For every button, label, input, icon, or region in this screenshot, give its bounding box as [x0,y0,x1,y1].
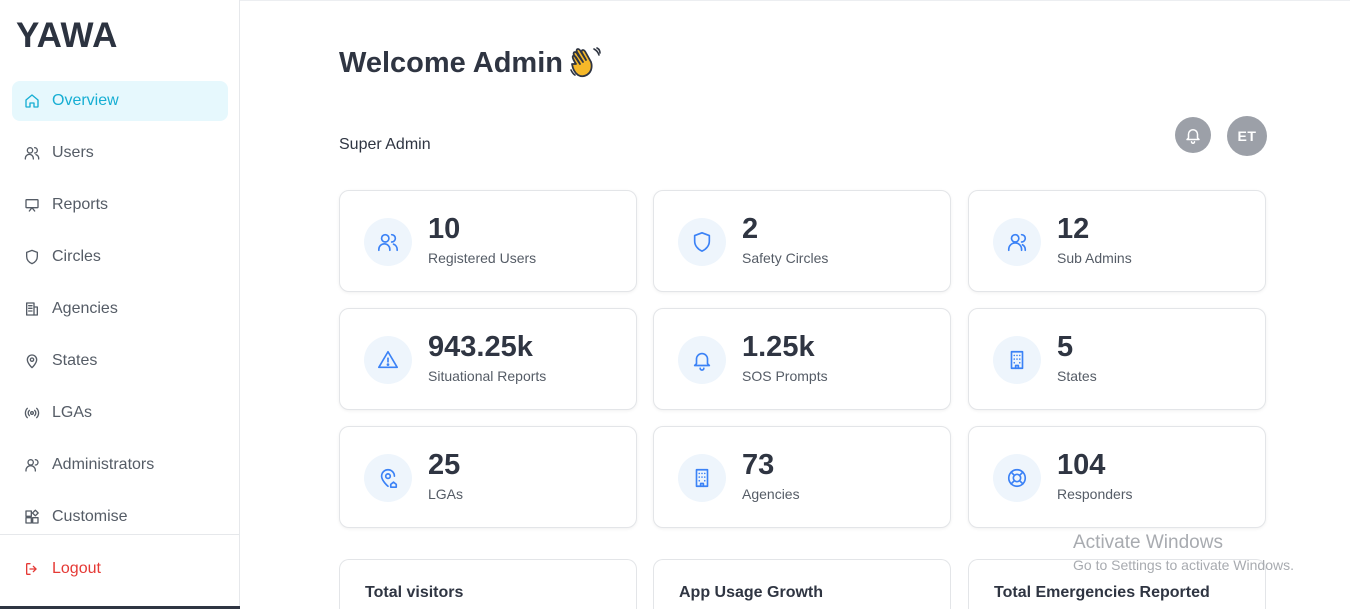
logout-icon [24,561,40,577]
shield-icon [678,218,726,266]
radio-icon [24,405,40,421]
stat-card-sos-prompts[interactable]: 1.25k SOS Prompts [653,308,951,410]
sidebar-nav: Overview Users Reports Circles Agencies [12,81,228,549]
map-pin-icon [24,353,40,369]
stat-label: LGAs [428,486,464,502]
stat-card-agencies[interactable]: 73 Agencies [653,426,951,528]
office-building-icon [993,336,1041,384]
sidebar-item-label: Customise [52,508,128,525]
sidebar-item-label: Agencies [52,300,118,317]
waving-hand-icon [567,45,603,81]
avatar[interactable]: ET [1227,116,1267,156]
watermark-subtitle: Go to Settings to activate Windows. [1073,557,1294,573]
stat-value: 5 [1057,331,1074,363]
logout-label: Logout [52,560,101,577]
sidebar-item-overview[interactable]: Overview [12,81,228,121]
sidebar-item-label: Circles [52,248,101,265]
stat-card-responders[interactable]: 104 Responders [968,426,1266,528]
panel-title: Total Emergencies Reported [994,584,1210,601]
sidebar-item-label: LGAs [52,404,93,421]
stat-label: States [1057,368,1097,384]
stat-value: 1.25k [742,331,815,363]
sidebar-item-states[interactable]: States [12,341,228,381]
sidebar-item-label: Overview [52,92,119,109]
welcome-text: Welcome Admin [339,46,563,79]
widgets-icon [24,509,40,525]
sidebar-divider [0,534,240,535]
logout-button[interactable]: Logout [24,560,101,578]
watermark-title: Activate Windows [1073,532,1223,553]
sidebar-item-label: Reports [52,196,109,213]
sidebar-item-circles[interactable]: Circles [12,237,228,277]
sidebar-item-agencies[interactable]: Agencies [12,289,228,329]
stat-value: 25 [428,449,461,481]
page-title: Welcome Admin [339,45,603,81]
stat-card-registered-users[interactable]: 10 Registered Users [339,190,637,292]
bell-icon [678,336,726,384]
stat-card-situational-reports[interactable]: 943.25k Situational Reports [339,308,637,410]
sidebar-item-label: States [52,352,98,369]
app-usage-growth-panel: App Usage Growth [653,559,951,609]
main-content: Welcome Admin Super Admin ET 10 Register… [240,0,1350,609]
admin-users-icon [993,218,1041,266]
app-logo: YAWA [16,16,118,55]
stat-card-sub-admins[interactable]: 12 Sub Admins [968,190,1266,292]
panel-title: App Usage Growth [679,584,824,601]
sidebar-item-administrators[interactable]: Administrators [12,445,228,485]
stat-card-states[interactable]: 5 States [968,308,1266,410]
stat-label: Situational Reports [428,368,547,384]
office-building-icon [678,454,726,502]
panel-title: Total visitors [365,584,464,601]
stat-label: Registered Users [428,250,537,266]
stat-card-safety-circles[interactable]: 2 Safety Circles [653,190,951,292]
sidebar-item-label: Administrators [52,456,155,473]
stat-label: Responders [1057,486,1133,502]
stat-value: 104 [1057,449,1106,481]
stat-value: 12 [1057,213,1090,245]
total-visitors-panel: Total visitors [339,559,637,609]
alert-triangle-icon [364,336,412,384]
sidebar-item-reports[interactable]: Reports [12,185,228,225]
stat-label: SOS Prompts [742,368,828,384]
stat-label: Sub Admins [1057,250,1132,266]
stat-label: Agencies [742,486,800,502]
users-icon [24,145,40,161]
stat-value: 943.25k [428,331,533,363]
map-pin-home-icon [364,454,412,502]
admin-users-icon [24,457,40,473]
bell-icon [1184,126,1202,144]
stat-card-lgas[interactable]: 25 LGAs [339,426,637,528]
stat-value: 2 [742,213,759,245]
life-buoy-icon [993,454,1041,502]
stat-value: 10 [428,213,461,245]
notifications-button[interactable] [1175,117,1211,153]
sidebar-item-label: Users [52,144,94,161]
user-role: Super Admin [339,136,431,153]
shield-icon [24,249,40,265]
sidebar-item-users[interactable]: Users [12,133,228,173]
activate-windows-watermark: Activate Windows Go to Settings to activ… [1073,532,1294,573]
stat-value: 73 [742,449,775,481]
building-icon [24,301,40,317]
sidebar-item-lgas[interactable]: LGAs [12,393,228,433]
users-icon [364,218,412,266]
home-icon [24,93,40,109]
monitor-icon [24,197,40,213]
sidebar: YAWA Overview Users Reports Circles Agen… [0,0,240,609]
stat-label: Safety Circles [742,250,829,266]
sidebar-item-customise[interactable]: Customise [12,497,228,537]
